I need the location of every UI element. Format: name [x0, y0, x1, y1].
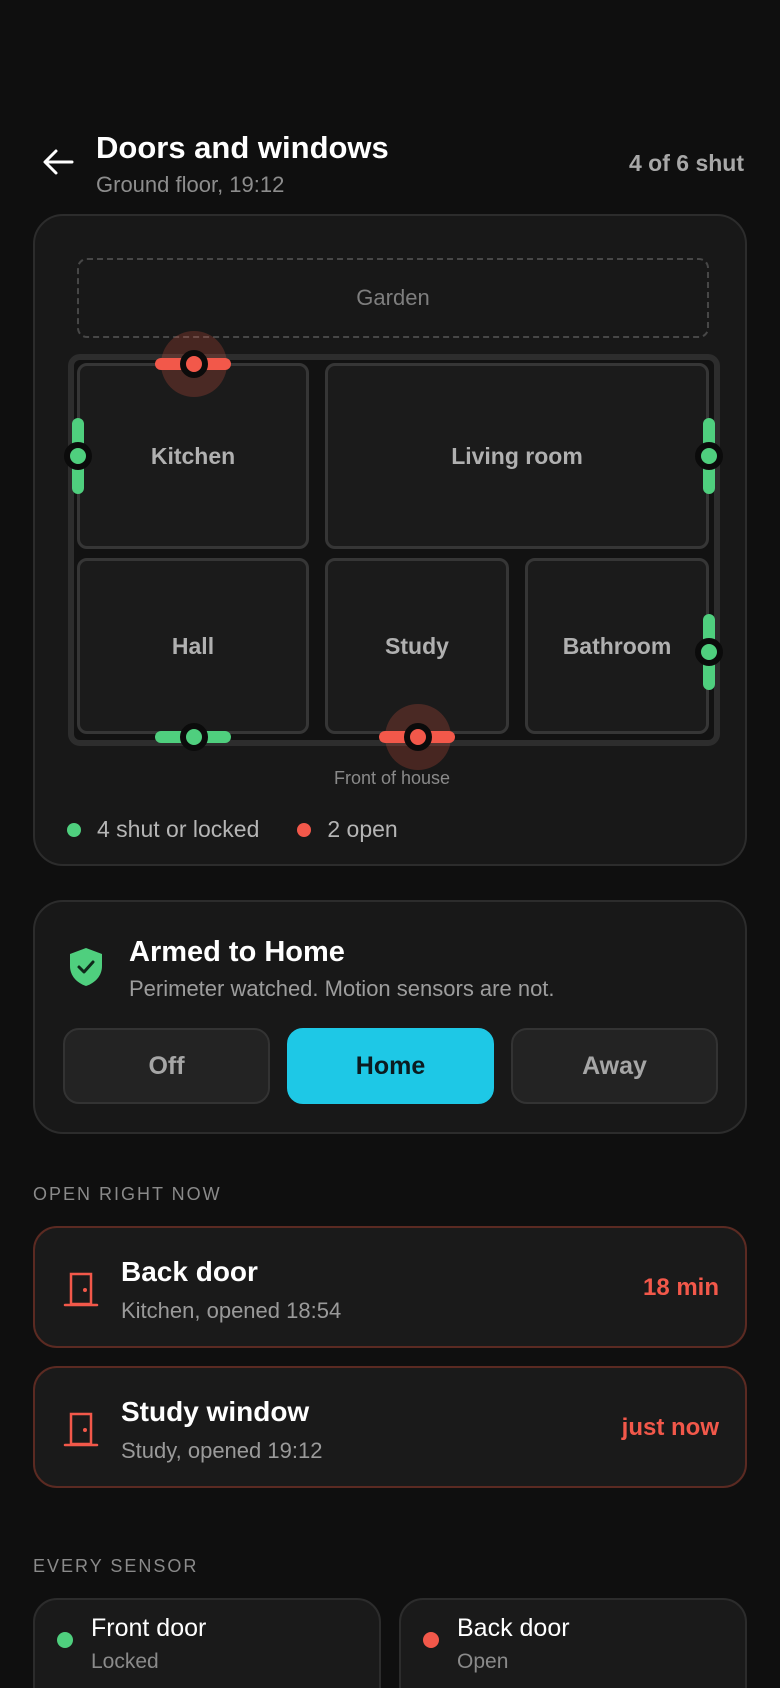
sensor-front-door[interactable] — [180, 723, 208, 751]
sensor-back-door[interactable] — [180, 350, 208, 378]
sensor-tile-status: Locked — [91, 1650, 159, 1673]
sensor-living-window[interactable] — [695, 442, 723, 470]
room-hall[interactable]: Hall — [77, 558, 309, 734]
house-outline: Kitchen Living room Hall Study Bathroom — [68, 354, 720, 746]
room-living-room[interactable]: Living room — [325, 363, 709, 549]
door-icon — [63, 1272, 99, 1307]
sensor-study-window[interactable] — [404, 723, 432, 751]
page-subtitle: Ground floor, 19:12 — [96, 172, 285, 197]
sensor-tile[interactable]: Front door Locked — [33, 1598, 381, 1688]
arrow-left-icon — [43, 149, 74, 175]
open-item[interactable]: Back door Kitchen, opened 18:54 18 min — [33, 1226, 747, 1348]
room-bathroom[interactable]: Bathroom — [525, 558, 709, 734]
sensor-bathroom-window[interactable] — [695, 638, 723, 666]
shut-count: 4 of 6 shut — [628, 150, 744, 176]
front-of-house-label: Front of house — [333, 768, 451, 788]
section-open-now: OPEN RIGHT NOW — [33, 1184, 222, 1204]
legend-shut-dot — [67, 822, 81, 837]
back-button[interactable] — [38, 142, 78, 182]
open-item-duration: 18 min — [642, 1274, 719, 1301]
open-item-title: Study window — [121, 1396, 310, 1427]
sensor-tile[interactable]: Back door Open — [399, 1598, 747, 1688]
sensor-tile-title: Front door — [91, 1614, 207, 1642]
mode-away-button[interactable]: Away — [511, 1028, 718, 1104]
legend-shut-label: 4 shut or locked — [97, 816, 260, 842]
alarm-title: Armed to Home — [129, 936, 345, 968]
sensor-tile-status: Open — [457, 1650, 509, 1673]
open-item-subtitle: Kitchen, opened 18:54 — [121, 1298, 342, 1323]
status-dot — [57, 1632, 73, 1648]
open-item[interactable]: Study window Study, opened 19:12 just no… — [33, 1366, 747, 1488]
floor-plan-card: Garden Kitchen Living room Hall Study Ba… — [33, 214, 747, 866]
open-item-duration: just now — [621, 1414, 719, 1441]
shield-check-icon — [70, 948, 102, 986]
alarm-description: Perimeter watched. Motion sensors are no… — [129, 976, 555, 1001]
page-header: Doors and windows Ground floor, 19:12 4 … — [0, 120, 780, 200]
open-item-title: Back door — [121, 1256, 258, 1287]
alarm-card: Armed to Home Perimeter watched. Motion … — [33, 900, 747, 1134]
door-icon — [63, 1412, 99, 1447]
legend-open-dot — [297, 822, 312, 837]
page-title: Doors and windows — [96, 130, 389, 165]
sensor-tile-title: Back door — [457, 1614, 570, 1642]
legend-open-label: 2 open — [327, 816, 398, 842]
mode-off-button[interactable]: Off — [63, 1028, 270, 1104]
status-dot — [423, 1632, 439, 1648]
sensor-kitchen-window[interactable] — [64, 442, 92, 470]
mode-home-button[interactable]: Home — [287, 1028, 494, 1104]
section-every-sensor: EVERY SENSOR — [33, 1556, 199, 1576]
open-item-subtitle: Study, opened 19:12 — [121, 1438, 323, 1463]
map-legend: 4 shut or locked 2 open — [67, 816, 436, 843]
garden-area: Garden — [77, 258, 709, 338]
